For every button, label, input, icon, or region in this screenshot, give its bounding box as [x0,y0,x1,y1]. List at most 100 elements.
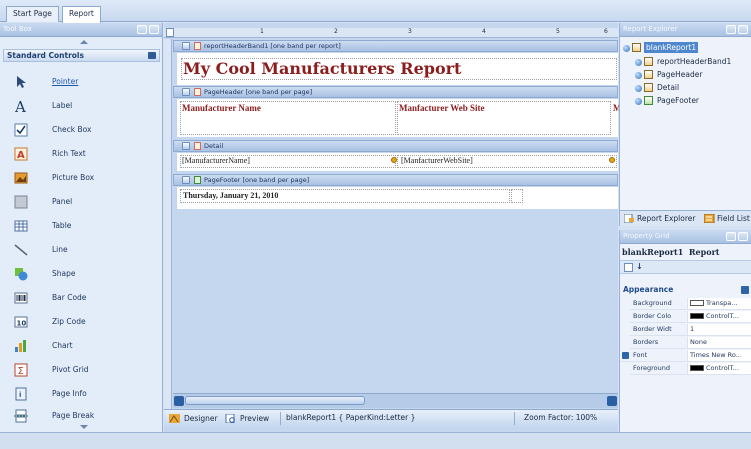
field-manufacturer-name[interactable]: [ManufacturerName] [182,156,250,166]
band-collapse-icon[interactable] [182,176,190,184]
tree-root-label: blankReport1 [644,42,699,53]
pointer-arrow-icon [17,76,26,88]
report-title-label[interactable]: My Cool Manufacturers Report [183,61,467,78]
property-value[interactable]: None [690,337,751,348]
preview-icon [225,414,235,423]
report-header-area: My Cool Manufacturers Report [176,53,618,85]
tab-designer[interactable]: Designer [166,411,218,426]
toolbox-pin-button[interactable] [137,25,147,34]
tab-report-explorer[interactable]: Report Explorer [622,212,695,226]
scroll-thumb[interactable] [185,396,365,405]
tool-chart[interactable]: Chart [12,336,160,358]
header-manufacturer-name[interactable]: Manufacturer Name [182,103,261,114]
header-manufacturer-web-site[interactable]: Manfacturer Web Site [399,103,485,114]
smart-tag-icon[interactable] [609,157,615,163]
toolbox-scroll-up-icon[interactable] [80,40,88,44]
property-name: Background [630,298,688,309]
property-value[interactable]: ControlT... [690,311,751,322]
selected-object-selector[interactable]: blankReport1 Report [622,247,719,257]
tool-page-info[interactable]: i Page Info [12,384,160,406]
tab-label: Report Explorer [637,214,696,223]
tool-label: Zip Code [52,317,86,326]
band-caption: PageHeader [one band per page] [204,88,313,96]
sort-az-icon[interactable]: ↓ [636,262,643,271]
page-footer-area: Thursday, January 21, 2010 [176,187,618,209]
scroll-left-icon[interactable] [174,396,184,406]
tool-table[interactable]: Table [12,216,160,238]
propgrid-pin-button[interactable] [726,232,736,241]
tool-shape[interactable]: Shape [12,264,160,286]
tool-rich-text[interactable]: A Rich Text [12,144,160,166]
property-row-border-color[interactable]: Border Colo ControlT... [630,311,751,323]
band-page-header[interactable]: PageHeader [one band per page] [173,86,618,98]
report-explorer-header: Report Explorer [620,23,751,37]
toolbox-close-button[interactable] [149,25,159,34]
propgrid-close-button[interactable] [738,232,748,241]
footer-date-info[interactable]: Thursday, January 21, 2010 [183,191,278,201]
footer-cell-box[interactable] [511,189,523,203]
tool-pointer[interactable]: Pointer [12,72,160,94]
chart-icon [15,340,26,352]
property-value[interactable]: 1 [690,324,751,335]
property-grid-header: Property Grid [620,230,751,244]
collapse-category-icon[interactable] [741,286,749,294]
designer-tab-label: Designer [184,414,218,423]
tree-expander-icon[interactable] [635,85,642,92]
property-row-font[interactable]: Font Times New Ro... [620,350,751,362]
band-collapse-icon[interactable] [182,42,190,50]
band-report-header[interactable]: reportHeaderBand1 [one band per report] [173,40,618,52]
property-row-background[interactable]: Background Transpa... [630,298,751,310]
tool-label: Bar Code [52,293,87,302]
smart-tag-icon[interactable] [391,157,397,163]
tool-check-box[interactable]: Check Box [12,120,160,142]
tab-field-list[interactable]: Field List [702,212,750,226]
explorer-pin-button[interactable] [726,25,736,34]
expand-property-icon[interactable] [622,352,629,359]
categorized-view-icon[interactable] [624,263,633,272]
tool-line[interactable]: Line [12,240,160,262]
toolbox-group-standard-controls[interactable]: Standard Controls [3,49,160,62]
tool-label: Pivot Grid [52,365,89,374]
band-collapse-icon[interactable] [182,142,190,150]
property-row-foreground[interactable]: Foreground ControlT... [630,363,751,375]
tab-report[interactable]: Report [62,6,101,23]
tool-pivot-grid[interactable]: Σ Pivot Grid [12,360,160,382]
tool-panel[interactable]: Panel [12,192,160,214]
category-label: Appearance [623,285,674,294]
property-value[interactable]: ControlT... [690,363,751,374]
band-detail[interactable]: Detail [173,140,618,152]
field-manufacturer-web-site[interactable]: [ManfacturerWebSite] [401,156,473,166]
tree-expander-icon[interactable] [635,72,642,79]
property-category-appearance[interactable]: Appearance [620,285,751,296]
tab-preview[interactable]: Preview [222,411,269,426]
property-name: Borders [630,337,688,348]
tree-expander-icon[interactable] [635,59,642,66]
ruler-corner-icon[interactable] [166,28,174,37]
property-value[interactable]: Transpa... [690,298,751,309]
tool-label: Line [52,245,68,254]
line-icon [14,244,28,256]
tree-expander-icon[interactable] [635,98,642,105]
explorer-tab-strip: Report Explorer Field List [620,210,751,226]
scroll-right-icon[interactable] [607,396,617,406]
designer-horizontal-scrollbar[interactable] [173,393,618,408]
tree-node-label: PageHeader [657,70,703,79]
color-swatch [690,365,704,371]
color-swatch [690,300,704,306]
property-value[interactable]: Times New Ro... [690,350,751,361]
toolbox-scroll-down-icon[interactable] [80,425,88,429]
tool-picture-box[interactable]: Picture Box [12,168,160,190]
tool-bar-code[interactable]: Bar Code [12,288,160,310]
collapse-group-icon[interactable] [148,52,156,59]
tool-label[interactable]: A Label [12,96,160,118]
property-row-border-width[interactable]: Border Widt 1 [630,324,751,336]
tab-start-page[interactable]: Start Page [6,6,59,22]
property-row-borders[interactable]: Borders None [630,337,751,349]
explorer-close-button[interactable] [738,25,748,34]
tree-expander-icon[interactable] [623,45,630,52]
band-collapse-icon[interactable] [182,88,190,96]
band-page-footer[interactable]: PageFooter [one band per page] [173,174,618,186]
zoom-factor[interactable]: Zoom Factor: 100% [524,410,597,426]
tool-zip-code[interactable]: 10 Zip Code [12,312,160,334]
property-grid-toolbar: ↓ [620,260,751,274]
